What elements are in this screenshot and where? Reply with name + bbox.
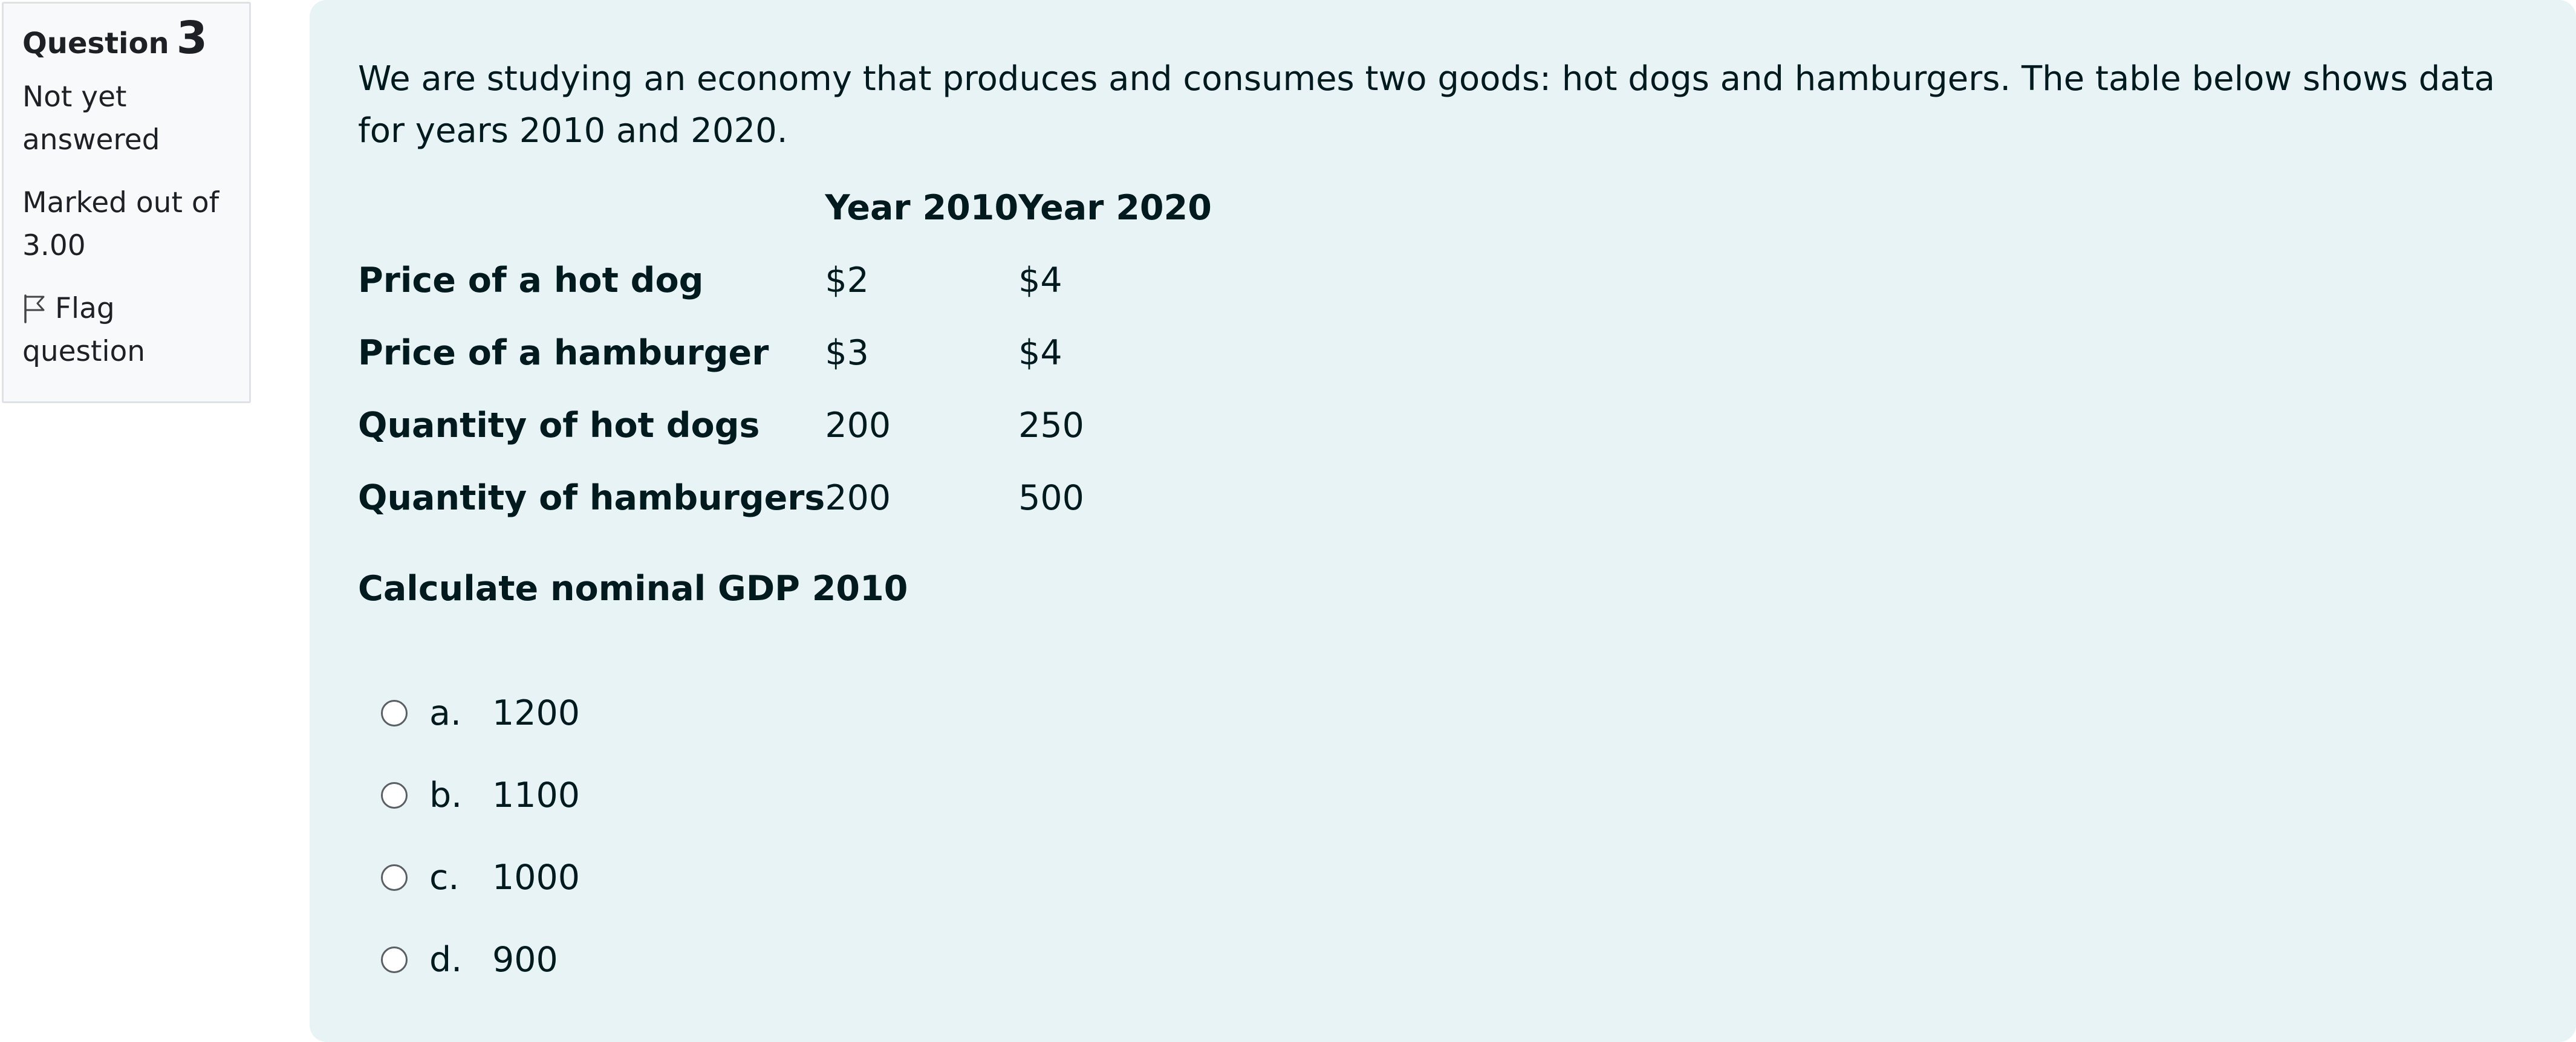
table-row: Quantity of hot dogs 200 250 <box>358 389 1212 462</box>
radio-button[interactable] <box>381 947 408 973</box>
row-label: Price of a hamburger <box>358 333 769 373</box>
flag-icon <box>22 293 47 323</box>
question-number: 3 <box>176 12 208 64</box>
table-header-cell: Year 2020 <box>1018 188 1212 228</box>
row-label: Quantity of hot dogs <box>358 406 760 445</box>
answer-option-a[interactable]: a. 1200 <box>358 672 2576 754</box>
option-letter: c. <box>429 858 460 898</box>
option-value: 1000 <box>492 858 581 898</box>
option-letter: d. <box>429 940 463 980</box>
radio-button[interactable] <box>381 864 408 891</box>
answer-option-b[interactable]: b. 1100 <box>358 754 2576 837</box>
flag-question-link[interactable]: Flag question <box>22 287 246 373</box>
option-value: 1100 <box>492 775 581 815</box>
question-info-panel: Question 3 Not yet answered Marked out of… <box>2 2 251 403</box>
table-cell: 250 <box>1018 406 1084 445</box>
data-table: Year 2010 Year 2020 Price of a hot dog $… <box>358 172 1212 534</box>
table-cell: 200 <box>825 406 891 445</box>
answer-options: a. 1200 b. 1100 c. 1000 d. 900 <box>358 672 2576 1001</box>
row-label: Price of a hot dog <box>358 260 704 300</box>
table-cell: 500 <box>1018 478 1084 518</box>
table-header-cell <box>358 172 825 244</box>
radio-button[interactable] <box>381 700 408 726</box>
question-state: Not yet answered <box>22 80 160 157</box>
radio-button[interactable] <box>381 782 408 809</box>
option-letter: b. <box>429 775 463 815</box>
option-value: 1200 <box>492 693 581 733</box>
option-value: 900 <box>492 940 558 980</box>
question-content: We are studying an economy that produces… <box>310 0 2576 1042</box>
table-cell: $2 <box>825 260 869 300</box>
question-label: Question <box>22 27 169 60</box>
question-prompt: Calculate nominal GDP 2010 <box>358 569 908 609</box>
table-row: Price of a hamburger $3 $4 <box>358 317 1212 389</box>
table-row: Price of a hot dog $2 $4 <box>358 244 1212 317</box>
table-cell: $3 <box>825 333 869 373</box>
table-header-cell: Year 2010 <box>825 188 1019 228</box>
table-row: Quantity of hamburgers 200 500 <box>358 462 1212 534</box>
row-label: Quantity of hamburgers <box>358 478 825 518</box>
option-letter: a. <box>429 693 462 733</box>
question-text: We are studying an economy that produces… <box>358 59 2495 150</box>
table-cell: $4 <box>1018 260 1062 300</box>
question-number-heading: Question 3 <box>22 11 249 71</box>
answer-option-c[interactable]: c. 1000 <box>358 837 2576 919</box>
table-header-row: Year 2010 Year 2020 <box>358 172 1212 244</box>
answer-option-d[interactable]: d. 900 <box>358 919 2576 1001</box>
question-grade: Marked out of 3.00 <box>22 186 220 262</box>
table-cell: $4 <box>1018 333 1062 373</box>
table-cell: 200 <box>825 478 891 518</box>
